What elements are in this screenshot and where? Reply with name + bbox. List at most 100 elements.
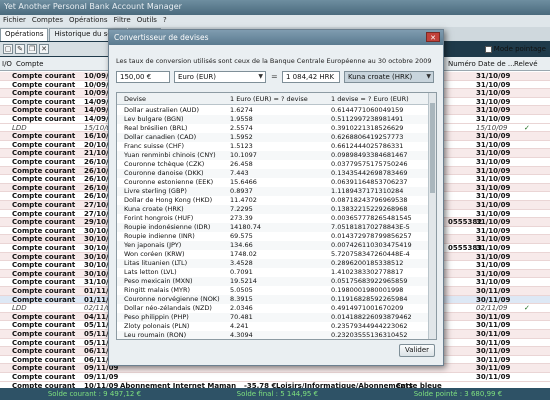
copy-operation-button[interactable]: ❐ xyxy=(27,44,37,54)
rate-currency-to-eur: 0.05175683922965859 xyxy=(331,277,408,285)
rate-eur-to-currency: 134.66 xyxy=(230,241,253,249)
amount-input[interactable]: 150,00 € xyxy=(116,71,170,83)
col-releve-header[interactable]: Relevé xyxy=(514,60,538,68)
row-date-valeur: 31/10/09 xyxy=(476,218,511,227)
rate-row[interactable]: Leu roumain (RON) 4.3094 0.232035551363104… xyxy=(117,331,430,339)
row-date-valeur: 31/10/09 xyxy=(476,244,511,252)
equals-icon: = xyxy=(271,72,278,81)
row-compte: Compte courant xyxy=(12,218,76,227)
rate-currency-to-eur: 1.1189437171310284 xyxy=(331,187,404,195)
menu-item[interactable]: Filtre xyxy=(114,16,131,26)
rate-row[interactable]: Litas lituanien (LTL) 3.4528 0.28962001853… xyxy=(117,259,430,268)
row-compte: Compte courant xyxy=(12,321,76,330)
scrollbar-thumb[interactable] xyxy=(430,103,435,193)
dialog-titlebar: Convertisseur de devises ✕ xyxy=(109,30,443,45)
new-icon: ▢ xyxy=(4,45,12,53)
row-numero: 0555382 xyxy=(448,218,483,227)
rate-row[interactable]: Zloty polonais (PLN) 4.241 0.2357934494422… xyxy=(117,322,430,331)
rate-row[interactable]: Roupie indienne (INR) 69.575 0.01437297879… xyxy=(117,232,430,241)
rate-row[interactable]: Dollar australien (AUD) 1.6274 0.614477106… xyxy=(117,106,430,115)
rate-currency-to-eur: 0.4914971001670209 xyxy=(331,304,404,312)
currency-name: Lats letton (LVL) xyxy=(124,268,177,276)
row-date-valeur: 31/10/09 xyxy=(476,175,511,184)
rate-eur-to-currency: 5.0505 xyxy=(230,286,253,294)
rate-row[interactable]: Roupie indonésienne (IDR) 14180.74 7.05181… xyxy=(117,223,430,232)
row-date-valeur: 31/10/09 xyxy=(476,209,511,218)
row-date-valeur: 31/10/09 xyxy=(476,166,511,175)
rate-eur-to-currency: 1.6274 xyxy=(230,106,253,114)
menu-item[interactable]: Outils xyxy=(137,16,157,26)
col-numero-header[interactable]: Numéro xyxy=(448,60,476,68)
rate-row[interactable]: Kuna croate (HRK) 7.2295 0.138322152292689… xyxy=(117,205,430,214)
currency-name: Litas lituanien (LTL) xyxy=(124,259,188,267)
rate-eur-to-currency: 70.481 xyxy=(230,313,253,321)
col-compte-header[interactable]: Compte xyxy=(16,60,43,68)
rate-row[interactable]: Peso philippin (PHP) 70.481 0.014188226093… xyxy=(117,313,430,322)
from-currency-select[interactable]: Euro (EUR) ▼ xyxy=(174,71,266,83)
to-currency-select[interactable]: Kuna croate (HRK) ▼ xyxy=(344,71,434,83)
row-compte: Compte courant xyxy=(12,261,76,270)
row-date-valeur: 31/10/09 xyxy=(476,97,511,106)
rate-row[interactable]: Couronne danoise (DKK) 7.443 0.13435442698… xyxy=(117,169,430,178)
row-compte: Compte courant xyxy=(12,106,76,115)
col-rate1-header[interactable]: 1 Euro (EUR) = ? devise xyxy=(230,95,308,103)
rate-row[interactable]: Couronne norvégienne (NOK) 8.3915 0.119168… xyxy=(117,295,430,304)
menu-item[interactable]: Comptes xyxy=(32,16,63,26)
delete-operation-button[interactable]: ✕ xyxy=(39,44,49,54)
rate-currency-to-eur: 0.003657778265481545 xyxy=(331,214,412,222)
rate-row[interactable]: Yuan renminbi chinois (CNY) 10.1097 0.0989… xyxy=(117,151,430,160)
pointage-checkbox[interactable] xyxy=(484,45,492,53)
currency-name: Won coréen (KRW) xyxy=(124,250,185,258)
row-compte: Compte courant xyxy=(12,312,76,321)
rate-row[interactable]: Forint hongrois (HUF) 273.39 0.00365777826… xyxy=(117,214,430,223)
currency-name: Lev bulgare (BGN) xyxy=(124,115,184,123)
tab-0[interactable]: Opérations xyxy=(0,28,49,41)
rate-row[interactable]: Lev bulgare (BGN) 1.9558 0.511299723898149… xyxy=(117,115,430,124)
menu-item[interactable]: Fichier xyxy=(3,16,26,26)
currency-name: Roupie indienne (INR) xyxy=(124,232,195,240)
rate-currency-to-eur: 0.23579344944223062 xyxy=(331,322,408,330)
rates-scrollbar[interactable] xyxy=(428,93,436,339)
col-marker-header[interactable]: I/O xyxy=(2,60,12,68)
row-compte: Compte courant xyxy=(12,330,76,338)
menu-item[interactable]: ? xyxy=(163,16,167,26)
row-compte: Compte courant xyxy=(12,287,76,295)
col-date-header[interactable]: Date de ... xyxy=(478,60,515,68)
table-row[interactable]: Compte courant 09/11/09 30/11/09 xyxy=(0,373,550,382)
row-compte: Compte courant xyxy=(12,269,76,278)
pointage-mode-toggle[interactable]: Mode pointage xyxy=(484,45,546,53)
rate-row[interactable]: Ringitt malais (MYR) 5.0505 0.198000198000… xyxy=(117,286,430,295)
row-date: 09/11/09 xyxy=(84,373,119,381)
menu-item[interactable]: Opérations xyxy=(69,16,107,26)
row-compte: Compte courant xyxy=(12,355,76,364)
rate-row[interactable]: Peso mexicain (MXN) 19.5214 0.051756839229… xyxy=(117,277,430,286)
row-compte: LDD xyxy=(12,123,27,132)
rate-eur-to-currency: 69.575 xyxy=(230,232,253,240)
rate-row[interactable]: Dollar de Hong Kong (HKD) 11.4702 0.087182… xyxy=(117,196,430,205)
window-title: Yet Another Personal Bank Account Manage… xyxy=(4,2,182,11)
currency-name: Couronne norvégienne (NOK) xyxy=(124,295,220,303)
rate-row[interactable]: Couronne tchèque (CZK) 26.458 0.0377957517… xyxy=(117,160,430,169)
col-rate2-header[interactable]: 1 devise = ? Euro (EUR) xyxy=(331,95,409,103)
close-button[interactable]: ✕ xyxy=(426,32,440,42)
rate-row[interactable]: Yen japonais (JPY) 134.66 0.00742611030347… xyxy=(117,241,430,250)
validate-button[interactable]: Valider xyxy=(399,344,435,357)
rate-currency-to-eur: 0.09898493384681467 xyxy=(331,151,408,159)
row-compte: Compte courant xyxy=(12,235,76,244)
rate-row[interactable]: Won coréen (KRW) 1748.02 5.720758347260448… xyxy=(117,250,430,259)
col-devise-header[interactable]: Devise xyxy=(124,95,146,103)
rate-row[interactable]: Franc suisse (CHF) 1.5123 0.66124440257863… xyxy=(117,142,430,151)
row-date-valeur: 15/10/09 xyxy=(476,123,508,132)
rate-row[interactable]: Livre sterling (GBP) 0.8937 1.118943717131… xyxy=(117,187,430,196)
operations-toolbar: ▢ ✎ ❐ ✕ xyxy=(0,42,110,56)
rate-row[interactable]: Couronne estonienne (EEK) 15.6466 0.063911… xyxy=(117,178,430,187)
rate-row[interactable]: Dollar néo-zélandais (NZD) 2.0346 0.491497… xyxy=(117,304,430,313)
edit-operation-button[interactable]: ✎ xyxy=(15,44,25,54)
rate-row[interactable]: Lats letton (LVL) 0.7091 1.410238330277881… xyxy=(117,268,430,277)
rate-row[interactable]: Real brésilien (BRL) 2.5574 0.391022131852… xyxy=(117,124,430,133)
row-compte: Compte courant xyxy=(12,132,76,141)
row-date-valeur: 31/10/09 xyxy=(476,132,511,141)
rate-row[interactable]: Dollar canadien (CAD) 1.5952 0.62688064192… xyxy=(117,133,430,142)
new-operation-button[interactable]: ▢ xyxy=(3,44,13,54)
row-date-valeur: 30/11/09 xyxy=(476,347,511,356)
